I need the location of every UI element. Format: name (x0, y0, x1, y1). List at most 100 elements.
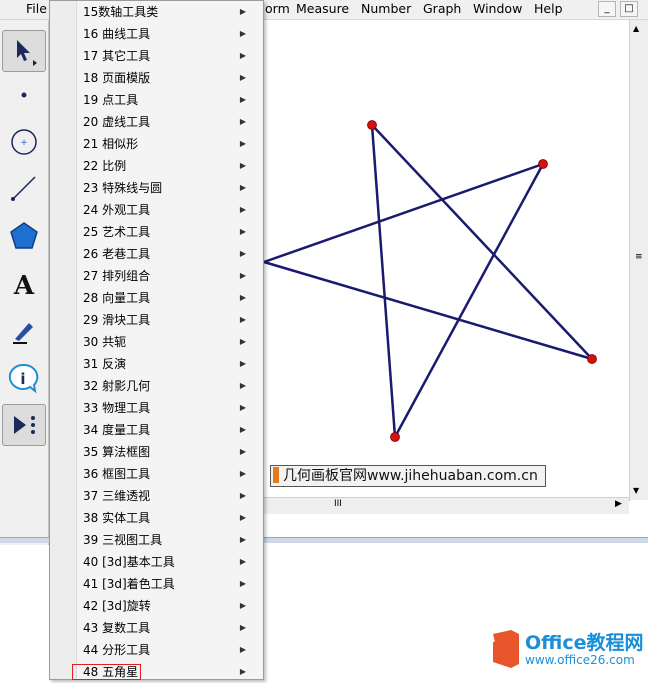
star-segment[interactable] (370, 124, 397, 438)
menu-item-label: 16 曲线工具 (83, 27, 151, 41)
information-tool[interactable]: i (2, 358, 46, 398)
menu-item[interactable]: 22 比例 ▶ (83, 155, 258, 177)
menu-item[interactable]: 23 特殊线与圆 ▶ (83, 177, 258, 199)
submenu-arrow-icon: ▶ (239, 227, 246, 236)
menu-item-label: 44 分形工具 (83, 643, 151, 657)
menu-window[interactable]: Window (473, 1, 522, 16)
menu-item[interactable]: 39 三视图工具 ▶ (83, 529, 258, 551)
svg-text:A: A (13, 271, 35, 299)
star-vertex-point[interactable] (587, 354, 597, 364)
menu-item[interactable]: 16 曲线工具 ▶ (83, 23, 258, 45)
menu-item[interactable]: 19 点工具 ▶ (83, 89, 258, 111)
scroll-up-icon[interactable]: ▲ (633, 24, 639, 33)
marker-pen-icon (13, 323, 33, 344)
menu-item[interactable]: 26 老巷工具 ▶ (83, 243, 258, 265)
menu-item[interactable]: 43 复数工具 ▶ (83, 617, 258, 639)
menu-item[interactable]: 36 框图工具 ▶ (83, 463, 258, 485)
point-tool[interactable] (2, 75, 46, 115)
straightedge-tool[interactable] (2, 168, 46, 208)
menu-transform[interactable]: orm (265, 1, 290, 16)
menu-item[interactable]: 38 实体工具 ▶ (83, 507, 258, 529)
compass-tool[interactable]: + (2, 122, 46, 162)
menu-item[interactable]: 37 三维透视 ▶ (83, 485, 258, 507)
star-vertex-point[interactable] (538, 159, 548, 169)
arrow-select-icon (17, 40, 37, 66)
office26-logo: Office教程网 www.office26.com (485, 628, 645, 672)
menu-item[interactable]: 20 虚线工具 ▶ (83, 111, 258, 133)
hscroll-grip[interactable]: III (334, 499, 342, 509)
star-segment[interactable] (371, 124, 593, 360)
menu-item[interactable]: 24 外观工具 ▶ (83, 199, 258, 221)
submenu-arrow-icon: ▶ (239, 337, 246, 346)
menu-item[interactable]: 33 物理工具 ▶ (83, 397, 258, 419)
watermark-text: 几何画板官网www.jihehuaban.com.cn (283, 468, 538, 484)
menu-item[interactable]: 48 五角星 ▶ (71, 661, 258, 683)
submenu-arrow-icon: ▶ (239, 161, 246, 170)
menu-item[interactable]: 31 反演 ▶ (83, 353, 258, 375)
text-tool[interactable]: A (2, 264, 46, 304)
submenu-arrow-icon: ▶ (239, 117, 246, 126)
menu-item-label: 32 射影几何 (83, 379, 151, 393)
star-segment[interactable] (393, 163, 545, 438)
scroll-grip-icon[interactable]: ≡ (635, 252, 643, 262)
menu-gutter (50, 1, 77, 679)
custom-tool[interactable] (2, 404, 46, 446)
menu-item[interactable]: 44 分形工具 ▶ (83, 639, 258, 661)
menu-item-label: 41 [3d]着色工具 (83, 577, 175, 591)
maximize-button[interactable]: □ (620, 1, 638, 17)
submenu-arrow-icon: ▶ (239, 601, 246, 610)
menu-item-label: 20 虚线工具 (83, 115, 151, 129)
star-segment[interactable] (263, 260, 593, 361)
submenu-arrow-icon: ▶ (239, 359, 246, 368)
menu-item[interactable]: 15数轴工具类 ▶ (83, 1, 258, 23)
menu-item[interactable]: 29 滑块工具 ▶ (83, 309, 258, 331)
polygon-icon (10, 222, 38, 249)
custom-tools-menu: 15数轴工具类 ▶ 16 曲线工具 ▶ 17 其它工具 ▶ 18 页面模版 ▶ 19 点工具 ▶ 2… (49, 0, 264, 680)
arrow-tool[interactable] (2, 30, 46, 72)
custom-tool-icon (14, 416, 35, 434)
menu-item[interactable]: 17 其它工具 ▶ (83, 45, 258, 67)
menu-item[interactable]: 34 度量工具 ▶ (83, 419, 258, 441)
menu-item[interactable]: 21 相似形 ▶ (83, 133, 258, 155)
submenu-arrow-icon: ▶ (239, 139, 246, 148)
scroll-right-icon[interactable]: ▶ (615, 499, 622, 509)
menu-item-label: 43 复数工具 (83, 621, 151, 635)
menu-item-label: 22 比例 (83, 159, 127, 173)
menu-item[interactable]: 18 页面模版 ▶ (83, 67, 258, 89)
submenu-arrow-icon: ▶ (239, 645, 246, 654)
menu-item-label: 42 [3d]旋转 (83, 599, 151, 613)
menu-number[interactable]: Number (361, 1, 411, 16)
vertical-scrollbar[interactable]: ▲ ≡ ▼ (629, 20, 648, 500)
menu-item-label: 24 外观工具 (83, 203, 151, 217)
menu-file[interactable]: File (26, 1, 47, 16)
star-vertex-point[interactable] (367, 120, 377, 130)
toolbox: + A i (0, 20, 49, 545)
menu-item[interactable]: 32 射影几何 ▶ (83, 375, 258, 397)
submenu-arrow-icon: ▶ (239, 271, 246, 280)
submenu-arrow-icon: ▶ (239, 205, 246, 214)
menu-item[interactable]: 25 艺术工具 ▶ (83, 221, 258, 243)
minimize-button[interactable]: _ (598, 1, 616, 17)
menu-measure[interactable]: Measure (296, 1, 349, 16)
menu-item[interactable]: 40 [3d]基本工具 ▶ (83, 551, 258, 573)
submenu-arrow-icon: ▶ (239, 425, 246, 434)
menu-item[interactable]: 35 算法框图 ▶ (83, 441, 258, 463)
svg-text:i: i (20, 370, 25, 388)
menu-item[interactable]: 42 [3d]旋转 ▶ (83, 595, 258, 617)
submenu-arrow-icon: ▶ (239, 579, 246, 588)
menu-item[interactable]: 27 排列组合 ▶ (83, 265, 258, 287)
watermark-banner: 几何画板官网www.jihehuaban.com.cn (270, 465, 546, 487)
menu-item[interactable]: 30 共轭 ▶ (83, 331, 258, 353)
star-vertex-point[interactable] (390, 432, 400, 442)
svg-text:+: + (20, 138, 28, 148)
menu-help[interactable]: Help (534, 1, 563, 16)
scroll-down-icon[interactable]: ▼ (633, 486, 639, 495)
menu-item[interactable]: 41 [3d]着色工具 ▶ (83, 573, 258, 595)
marker-tool[interactable] (2, 310, 46, 350)
menu-graph[interactable]: Graph (423, 1, 461, 16)
star-segment[interactable] (263, 162, 544, 264)
text-icon: A (13, 271, 35, 299)
polygon-tool[interactable] (2, 216, 46, 256)
submenu-arrow-icon: ▶ (239, 29, 246, 38)
menu-item[interactable]: 28 向量工具 ▶ (83, 287, 258, 309)
